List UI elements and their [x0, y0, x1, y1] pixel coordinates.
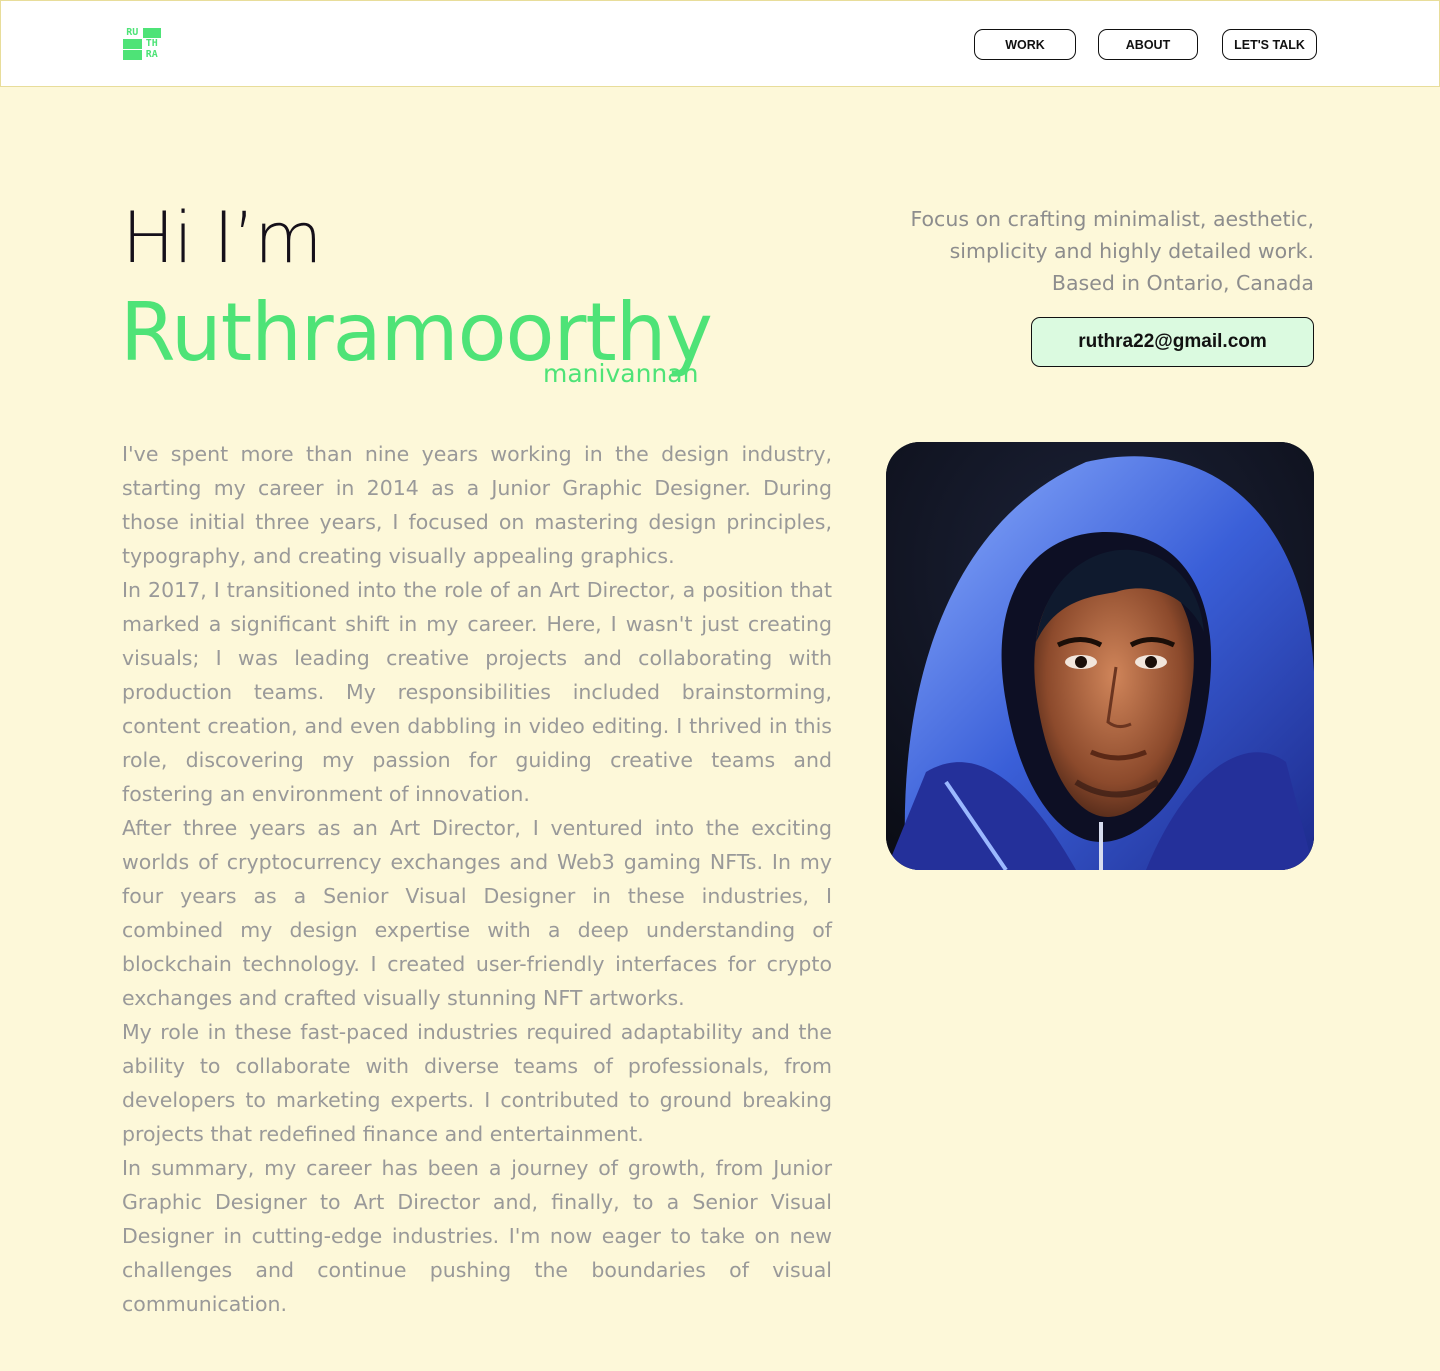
bio-paragraph: In summary, my career has been a journey… [122, 1156, 832, 1316]
portrait-illustration [886, 442, 1314, 870]
logo-text-ra: RA [145, 49, 158, 60]
bio-paragraph: After three years as an Art Director, I … [122, 816, 832, 1010]
logo-block [123, 39, 142, 49]
tagline: Focus on crafting minimalist, aesthetic,… [854, 203, 1314, 299]
bio-paragraph: My role in these fast-paced industries r… [122, 1020, 832, 1146]
greeting-heading: Hi I’m [122, 197, 322, 279]
bio-paragraph: In 2017, I transitioned into the role of… [122, 578, 832, 806]
portrait-svg [886, 442, 1314, 870]
nav-about-button[interactable]: ABOUT [1098, 29, 1198, 60]
tagline-line: Focus on crafting minimalist, aesthetic, [910, 207, 1314, 231]
logo-block [123, 50, 142, 60]
nav-lets-talk-button[interactable]: LET'S TALK [1222, 29, 1317, 60]
top-navigation-bar: RU TH RA WORK ABOUT LET'S TALK [0, 0, 1440, 87]
nav-work-button[interactable]: WORK [974, 29, 1076, 60]
tagline-line: simplicity and highly detailed work. [949, 239, 1314, 263]
logo-block [142, 28, 161, 38]
ruthra-logo-icon[interactable]: RU TH RA [123, 28, 161, 60]
bio-paragraph: I've spent more than nine years working … [122, 442, 832, 568]
logo-text-th: TH [145, 38, 158, 49]
logo-text-ru: RU [126, 27, 139, 38]
surname-label: manivannan [543, 359, 699, 388]
tagline-line: Based in Ontario, Canada [1051, 271, 1314, 295]
bio-text: I've spent more than nine years working … [122, 437, 832, 1321]
email-button[interactable]: ruthra22@gmail.com [1031, 317, 1314, 367]
